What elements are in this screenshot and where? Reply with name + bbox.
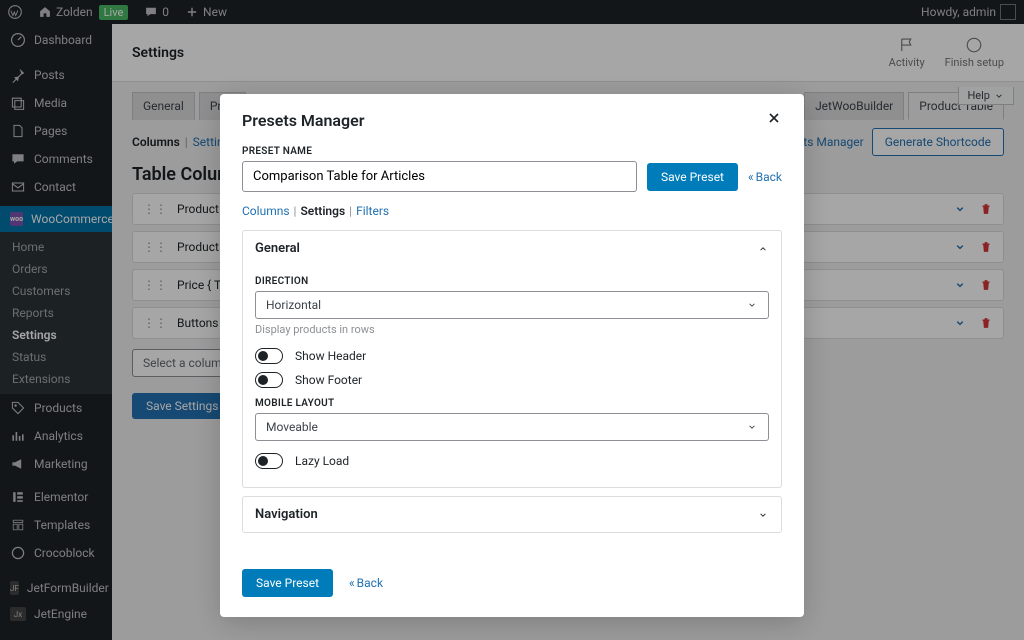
mobile-layout-label: MOBILE LAYOUT — [255, 398, 769, 409]
modal-tab-filters[interactable]: Filters — [356, 204, 389, 218]
back-link-top[interactable]: « Back — [748, 170, 782, 184]
presets-modal: Presets Manager PRESET NAME Save Preset … — [220, 94, 804, 617]
direction-label: DIRECTION — [255, 276, 769, 287]
chevron-down-icon — [746, 421, 758, 433]
panel-navigation-toggle[interactable]: Navigation — [243, 497, 781, 532]
direction-value: Horizontal — [266, 298, 321, 312]
preset-name-label: PRESET NAME — [242, 146, 782, 157]
panel-title: General — [255, 241, 300, 256]
modal-tab-settings[interactable]: Settings — [300, 204, 345, 218]
panel-general: General DIRECTION Horizontal Display pro… — [242, 230, 782, 488]
back-link-bottom[interactable]: « Back — [349, 576, 383, 590]
direction-hint: Display products in rows — [255, 323, 769, 336]
modal-title: Presets Manager — [242, 111, 365, 130]
preset-name-input[interactable] — [242, 161, 637, 192]
show-footer-label: Show Footer — [295, 373, 362, 387]
show-header-label: Show Header — [295, 349, 366, 363]
save-preset-button-bottom[interactable]: Save Preset — [242, 569, 333, 597]
chevron-down-icon — [757, 509, 769, 521]
lazy-load-toggle[interactable] — [255, 453, 283, 469]
chevron-down-icon — [746, 299, 758, 311]
show-footer-toggle[interactable] — [255, 372, 283, 388]
mobile-layout-value: Moveable — [266, 420, 318, 434]
show-header-toggle[interactable] — [255, 348, 283, 364]
modal-overlay[interactable]: Presets Manager PRESET NAME Save Preset … — [0, 0, 1024, 640]
save-preset-button-top[interactable]: Save Preset — [647, 163, 738, 191]
panel-general-toggle[interactable]: General — [243, 231, 781, 266]
mobile-layout-select[interactable]: Moveable — [255, 413, 769, 441]
modal-tabs: Columns | Settings | Filters — [242, 192, 782, 230]
close-button[interactable] — [766, 110, 782, 130]
panel-navigation: Navigation — [242, 496, 782, 533]
chevron-up-icon — [757, 243, 769, 255]
lazy-load-label: Lazy Load — [295, 454, 349, 468]
modal-tab-columns[interactable]: Columns — [242, 204, 290, 218]
close-icon — [766, 110, 782, 126]
panel-title: Navigation — [255, 507, 318, 522]
direction-select[interactable]: Horizontal — [255, 291, 769, 319]
